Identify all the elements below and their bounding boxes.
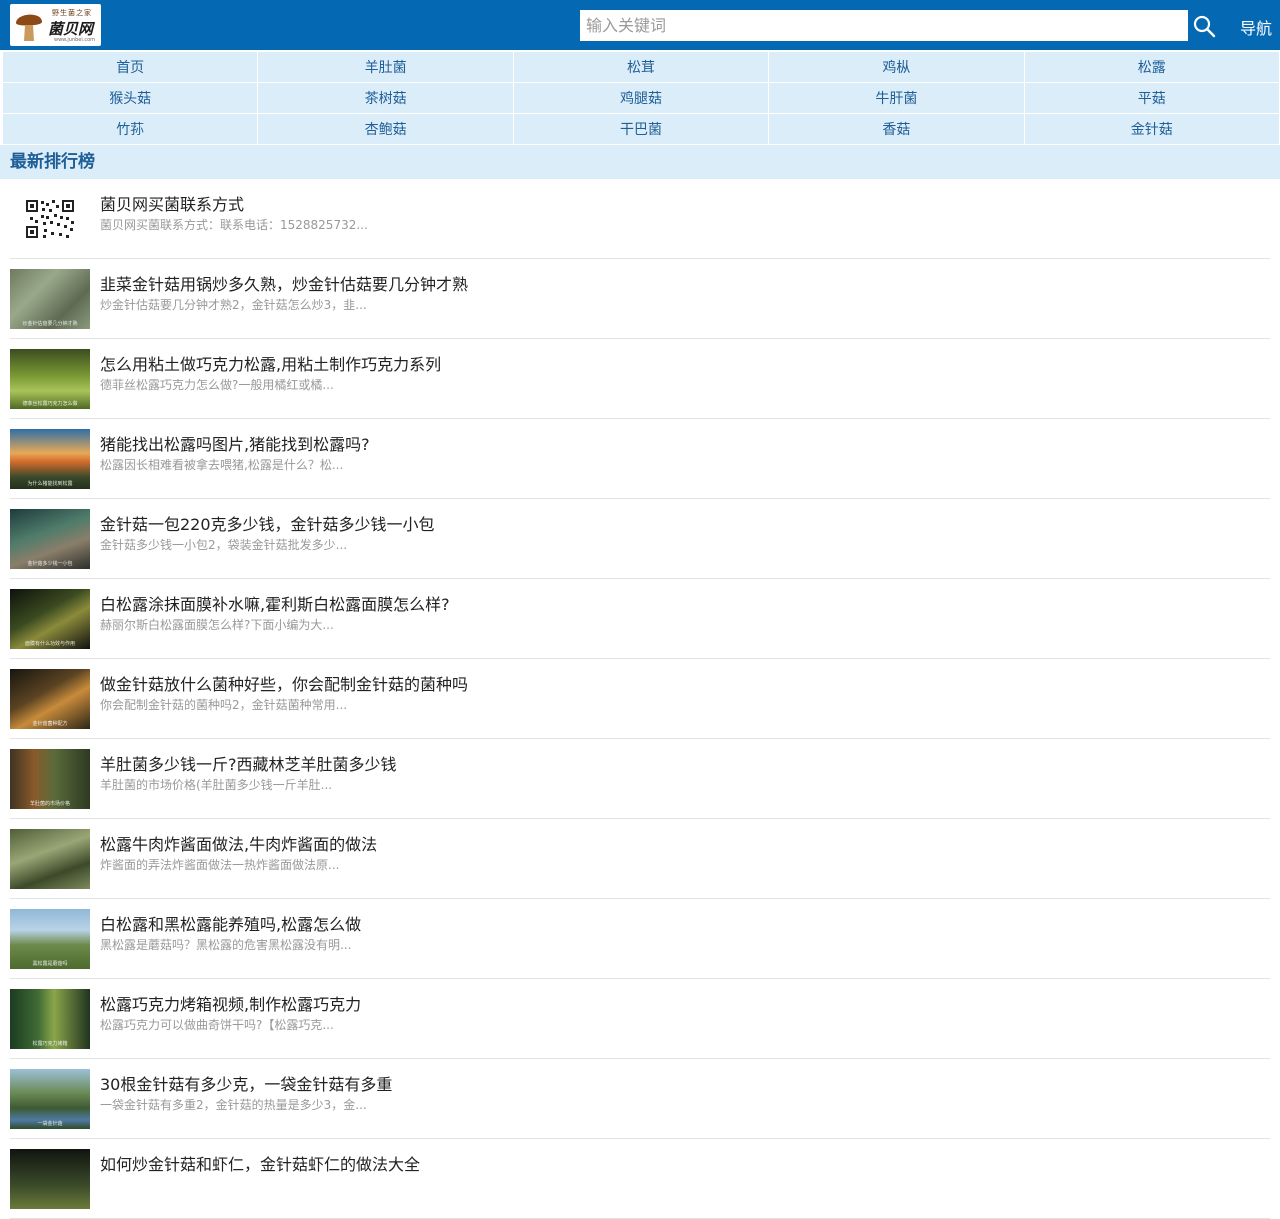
article-title[interactable]: 金针菇一包220克多少钱，金针菇多少钱一小包: [100, 511, 435, 535]
category-link[interactable]: 干巴菌: [513, 114, 769, 144]
article-thumbnail: 羊肚菌的市场价格: [10, 749, 90, 809]
list-item[interactable]: 松露巧克力烤箱 松露巧克力烤箱视频,制作松露巧克力 松露巧克力可以做曲奇饼干吗?…: [10, 979, 1270, 1059]
article-title[interactable]: 如何炒金针菇和虾仁，金针菇虾仁的做法大全: [100, 1151, 420, 1175]
category-link[interactable]: 金针菇: [1024, 114, 1279, 144]
article-summary: 松露巧克力可以做曲奇饼干吗?【松露巧克...: [100, 1018, 334, 1032]
article-thumbnail: 德菲丝松露巧克力怎么做: [10, 349, 90, 409]
thumbnail-caption: 德菲丝松露巧克力怎么做: [22, 401, 78, 407]
article-summary: 菌贝网买菌联系方式：联系电话：1528825732...: [100, 218, 368, 232]
search-button[interactable]: [1188, 10, 1220, 41]
list-item[interactable]: 为什么猪能找到松露 猪能找出松露吗图片,猪能找到松露吗? 松露因长相难看被拿去喂…: [10, 419, 1270, 499]
article-summary: 炸酱面的弄法炸酱面做法一热炸酱面做法原...: [100, 858, 340, 872]
article-thumbnail: 松露巧克力烤箱: [10, 989, 90, 1049]
article-title[interactable]: 30根金针菇有多少克，一袋金针菇有多重: [100, 1071, 392, 1095]
article-title[interactable]: 白松露涂抹面膜补水嘛,霍利斯白松露面膜怎么样?: [100, 591, 450, 615]
list-item[interactable]: 面膜有什么功效与作用 白松露涂抹面膜补水嘛,霍利斯白松露面膜怎么样? 赫丽尔斯白…: [10, 579, 1270, 659]
list-item[interactable]: 黑松露是蘑菇吗 白松露和黑松露能养殖吗,松露怎么做 黑松露是蘑菇吗？黑松露的危害…: [10, 899, 1270, 979]
thumbnail-caption: 黑松露是蘑菇吗: [32, 961, 68, 967]
qr-code-icon: [24, 198, 76, 240]
thumbnail-caption: 为什么猪能找到松露: [27, 481, 73, 487]
article-summary: 松露因长相难看被拿去喂猪,松露是什么？松...: [100, 458, 344, 472]
article-thumbnail: [10, 1149, 90, 1209]
article-title[interactable]: 韭菜金针菇用锅炒多久熟，炒金针估菇要几分钟才熟: [100, 271, 468, 295]
site-logo[interactable]: 野生菌之家 菌贝网 www.junbei.com: [10, 4, 101, 46]
category-link[interactable]: 牛肝菌: [769, 83, 1024, 113]
logo-tagline: 野生菌之家: [52, 9, 92, 17]
article-thumbnail: 面膜有什么功效与作用: [10, 589, 90, 649]
list-item[interactable]: 一袋金针菇 30根金针菇有多少克，一袋金针菇有多重 一袋金针菇有多重2，金针菇的…: [10, 1059, 1270, 1139]
category-link[interactable]: 猴头菇: [3, 83, 258, 113]
article-title[interactable]: 怎么用粘土做巧克力松露,用粘土制作巧克力系列: [100, 351, 441, 375]
search-icon: [1193, 15, 1216, 37]
thumbnail-caption: 松露巧克力烤箱: [32, 1041, 68, 1047]
logo-name: 菌贝网: [48, 20, 94, 38]
category-link[interactable]: 鸡腿菇: [513, 83, 769, 113]
article-summary: 一袋金针菇有多重2，金针菇的热量是多少3，金...: [100, 1098, 367, 1112]
article-summary: 金针菇多少钱一小包2，袋装金针菇批发多少...: [100, 538, 348, 552]
logo-url: www.junbei.com: [54, 37, 96, 43]
article-list: 菌贝网买菌联系方式 菌贝网买菌联系方式：联系电话：1528825732... 炒…: [10, 179, 1270, 1219]
search-input[interactable]: [580, 10, 1188, 41]
article-title[interactable]: 做金针菇放什么菌种好些，你会配制金针菇的菌种吗: [100, 671, 468, 695]
list-item[interactable]: 菌贝网买菌联系方式 菌贝网买菌联系方式：联系电话：1528825732...: [10, 179, 1270, 259]
article-title[interactable]: 松露牛肉炸酱面做法,牛肉炸酱面的做法: [100, 831, 377, 855]
site-header: 野生菌之家 菌贝网 www.junbei.com 导航: [0, 0, 1280, 50]
article-title[interactable]: 白松露和黑松露能养殖吗,松露怎么做: [100, 911, 361, 935]
article-summary: 羊肚菌的市场价格(羊肚菌多少钱一斤羊肚...: [100, 778, 333, 792]
thumbnail-caption: 金针菇多少钱一小包: [27, 561, 73, 567]
category-grid: 首页 羊肚菌 松茸 鸡枞 松露 猴头菇 茶树菇 鸡腿菇 牛肝菌 平菇 竹荪 杏鲍…: [3, 52, 1279, 144]
list-item[interactable]: 羊肚菌的市场价格 羊肚菌多少钱一斤?西藏林芝羊肚菌多少钱 羊肚菌的市场价格(羊肚…: [10, 739, 1270, 819]
thumbnail-caption: 面膜有什么功效与作用: [24, 641, 75, 647]
article-thumbnail: 炒金针估菇要几分钟才熟: [10, 269, 90, 329]
article-summary: 炒金针估菇要几分钟才熟2，金针菇怎么炒3，韭...: [100, 298, 367, 312]
article-thumbnail: 为什么猪能找到松露: [10, 429, 90, 489]
category-link[interactable]: 鸡枞: [769, 52, 1024, 82]
category-link[interactable]: 茶树菇: [258, 83, 513, 113]
category-link[interactable]: 松茸: [513, 52, 769, 82]
qr-code-thumbnail: [10, 189, 90, 249]
article-thumbnail: 黑松露是蘑菇吗: [10, 909, 90, 969]
thumbnail-caption: 一袋金针菇: [37, 1121, 63, 1127]
thumbnail-caption: 炒金针估菇要几分钟才熟: [22, 321, 78, 327]
list-item[interactable]: 德菲丝松露巧克力怎么做 怎么用粘土做巧克力松露,用粘土制作巧克力系列 德菲丝松露…: [10, 339, 1270, 419]
article-thumbnail: 金针菇菌种配方: [10, 669, 90, 729]
article-title[interactable]: 羊肚菌多少钱一斤?西藏林芝羊肚菌多少钱: [100, 751, 397, 775]
nav-menu-link[interactable]: 导航: [1240, 15, 1272, 39]
article-thumbnail: [10, 829, 90, 889]
category-link[interactable]: 平菇: [1024, 83, 1279, 113]
article-summary: 黑松露是蘑菇吗？黑松露的危害黑松露没有明...: [100, 938, 352, 952]
category-link[interactable]: 杏鲍菇: [258, 114, 513, 144]
article-summary: 德菲丝松露巧克力怎么做?一般用橘红或橘...: [100, 378, 334, 392]
article-summary: 赫丽尔斯白松露面膜怎么样?下面小编为大...: [100, 618, 334, 632]
category-link[interactable]: 首页: [3, 52, 258, 82]
category-link[interactable]: 松露: [1024, 52, 1279, 82]
category-link[interactable]: 羊肚菌: [258, 52, 513, 82]
category-link[interactable]: 香菇: [769, 114, 1024, 144]
article-thumbnail: 金针菇多少钱一小包: [10, 509, 90, 569]
list-item[interactable]: 炒金针估菇要几分钟才熟 韭菜金针菇用锅炒多久熟，炒金针估菇要几分钟才熟 炒金针估…: [10, 259, 1270, 339]
list-item[interactable]: 松露牛肉炸酱面做法,牛肉炸酱面的做法 炸酱面的弄法炸酱面做法一热炸酱面做法原..…: [10, 819, 1270, 899]
category-link[interactable]: 竹荪: [3, 114, 258, 144]
article-title[interactable]: 松露巧克力烤箱视频,制作松露巧克力: [100, 991, 361, 1015]
thumbnail-caption: 金针菇菌种配方: [32, 721, 68, 727]
list-item[interactable]: 金针菇菌种配方 做金针菇放什么菌种好些，你会配制金针菇的菌种吗 你会配制金针菇的…: [10, 659, 1270, 739]
section-title: 最新排行榜: [0, 145, 1280, 179]
mushroom-logo-icon: [16, 14, 42, 41]
article-summary: 你会配制金针菇的菌种吗2，金针菇菌种常用...: [100, 698, 348, 712]
article-title[interactable]: 菌贝网买菌联系方式: [100, 191, 244, 215]
article-thumbnail: 一袋金针菇: [10, 1069, 90, 1129]
article-title[interactable]: 猪能找出松露吗图片,猪能找到松露吗?: [100, 431, 370, 455]
list-item[interactable]: 如何炒金针菇和虾仁，金针菇虾仁的做法大全: [10, 1139, 1270, 1219]
list-item[interactable]: 金针菇多少钱一小包 金针菇一包220克多少钱，金针菇多少钱一小包 金针菇多少钱一…: [10, 499, 1270, 579]
thumbnail-caption: 羊肚菌的市场价格: [29, 801, 70, 807]
